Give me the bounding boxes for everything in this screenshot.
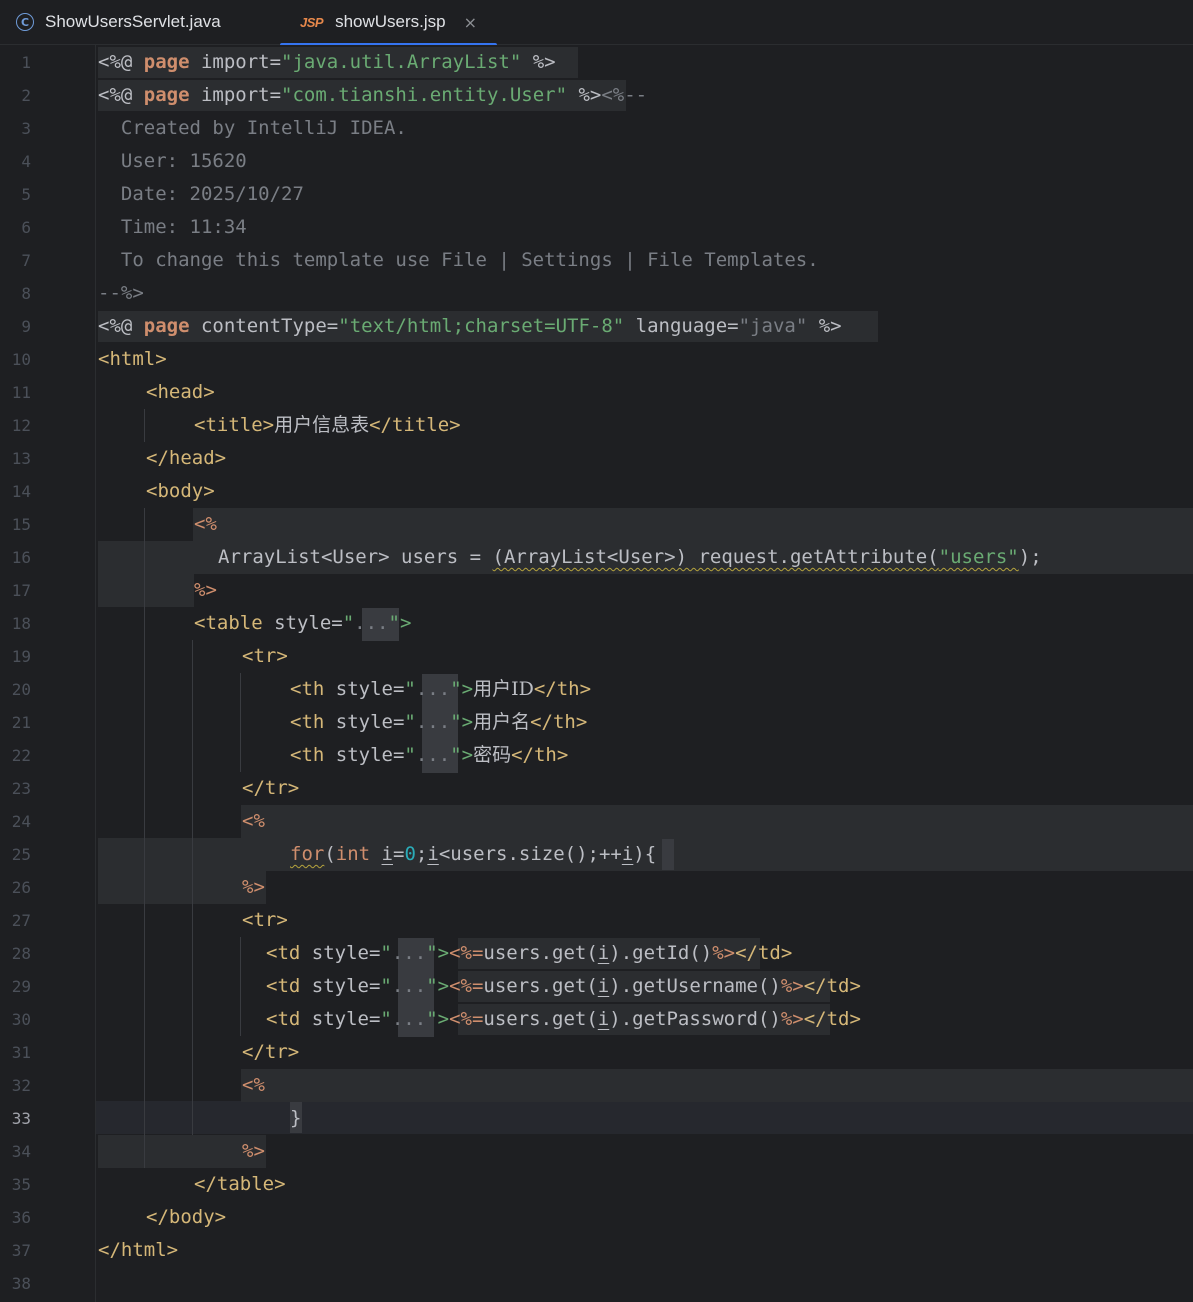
code-line-13: </head> [146, 447, 227, 469]
code-line-30: <td style="..."><%=users.get(i).getPassw… [266, 1008, 861, 1030]
code-editor[interactable]: <%@ page import="java.util.ArrayList" %>… [0, 45, 1193, 1302]
line-number: 1 [21, 53, 31, 72]
line-number: 29 [11, 977, 31, 996]
line-number: 25 [11, 845, 31, 864]
line-number: 17 [11, 581, 31, 600]
line-number: 24 [11, 812, 31, 831]
code-line-4: User: 15620 [98, 150, 247, 172]
line-number: 12 [11, 416, 31, 435]
code-line-32: <% [242, 1074, 265, 1096]
code-line-10: <html> [98, 348, 167, 370]
line-number: 13 [11, 449, 31, 468]
line-number: 7 [21, 251, 31, 270]
code-line-11: <head> [146, 381, 215, 403]
code-line-35: </table> [194, 1173, 286, 1195]
line-number: 18 [11, 614, 31, 633]
code-line-20: <th style="...">用户ID</th> [290, 678, 592, 700]
code-line-29: <td style="..."><%=users.get(i).getUsern… [266, 975, 861, 997]
line-number: 37 [11, 1241, 31, 1260]
tab-label: ShowUsersServlet.java [45, 12, 221, 31]
line-number: 16 [11, 548, 31, 567]
line-number: 32 [11, 1076, 31, 1095]
line-number: 4 [21, 152, 31, 171]
code-line-36: </body> [146, 1206, 227, 1228]
line-number: 5 [21, 185, 31, 204]
code-line-37: </html> [98, 1239, 179, 1261]
line-number: 21 [11, 713, 31, 732]
jsp-file-icon: JSP [300, 14, 324, 30]
line-number: 2 [21, 86, 31, 105]
line-number: 22 [11, 746, 31, 765]
line-number: 34 [11, 1142, 31, 1161]
code-line-14: <body> [146, 480, 215, 502]
code-line-19: <tr> [242, 645, 288, 667]
line-number: 26 [11, 878, 31, 897]
code-line-6: Time: 11:34 [98, 216, 247, 238]
line-number: 23 [11, 779, 31, 798]
line-number: 38 [11, 1274, 31, 1293]
code-line-18: <table style="..."> [194, 612, 412, 634]
code-line-25: for(int i=0;i<users.size();++i){ [290, 843, 657, 865]
code-line-26: %> [242, 876, 265, 898]
line-number: 6 [21, 218, 31, 237]
line-number: 19 [11, 647, 31, 666]
code-line-8: --%> [98, 282, 144, 304]
code-line-9: <%@ page contentType="text/html;charset=… [98, 315, 842, 337]
code-line-21: <th style="...">用户名</th> [290, 711, 588, 733]
line-number: 10 [11, 350, 31, 369]
code-line-7: To change this template use File | Setti… [98, 249, 819, 271]
code-line-15: <% [194, 513, 217, 535]
close-icon[interactable]: × [464, 13, 477, 32]
tab-showusers-jsp[interactable]: JSP showUsers.jsp × [280, 0, 497, 47]
tab-label: showUsers.jsp [335, 12, 446, 31]
line-number: 15 [11, 515, 31, 534]
code-line-28: <td style="..."><%=users.get(i).getId()%… [266, 942, 793, 964]
java-class-icon: C [16, 13, 34, 31]
line-number: 9 [21, 317, 31, 336]
code-line-22: <th style="...">密码</th> [290, 744, 569, 766]
code-line-1: <%@ page import="java.util.ArrayList" %> [98, 51, 556, 73]
code-line-33: } [290, 1107, 302, 1129]
code-line-5: Date: 2025/10/27 [98, 183, 304, 205]
code-line-2: <%@ page import="com.tianshi.entity.User… [98, 84, 648, 106]
tab-showusersservlet-java[interactable]: C ShowUsersServlet.java [16, 0, 221, 44]
line-number: 33 [11, 1109, 31, 1128]
line-number: 31 [11, 1043, 31, 1062]
line-number: 3 [21, 119, 31, 138]
line-number: 27 [11, 911, 31, 930]
code-line-27: <tr> [242, 909, 288, 931]
code-line-12: <title>用户信息表</title> [194, 414, 461, 436]
line-number: 35 [11, 1175, 31, 1194]
line-number: 36 [11, 1208, 31, 1227]
code-line-3: Created by IntelliJ IDEA. [98, 117, 407, 139]
line-number: 11 [11, 383, 31, 402]
code-line-34: %> [242, 1140, 265, 1162]
editor-tab-bar: C ShowUsersServlet.java JSP showUsers.js… [0, 0, 1193, 47]
code-line-23: </tr> [242, 777, 300, 799]
line-number: 20 [11, 680, 31, 699]
line-number: 8 [21, 284, 31, 303]
code-line-17: %> [194, 579, 217, 601]
code-line-16: ArrayList<User> users = (ArrayList<User>… [218, 546, 1042, 568]
line-number: 30 [11, 1010, 31, 1029]
code-area[interactable]: <%@ page import="java.util.ArrayList" %>… [0, 45, 1193, 1302]
code-line-24: <% [242, 810, 265, 832]
code-line-31: </tr> [242, 1041, 300, 1063]
line-number: 28 [11, 944, 31, 963]
line-number: 14 [11, 482, 31, 501]
